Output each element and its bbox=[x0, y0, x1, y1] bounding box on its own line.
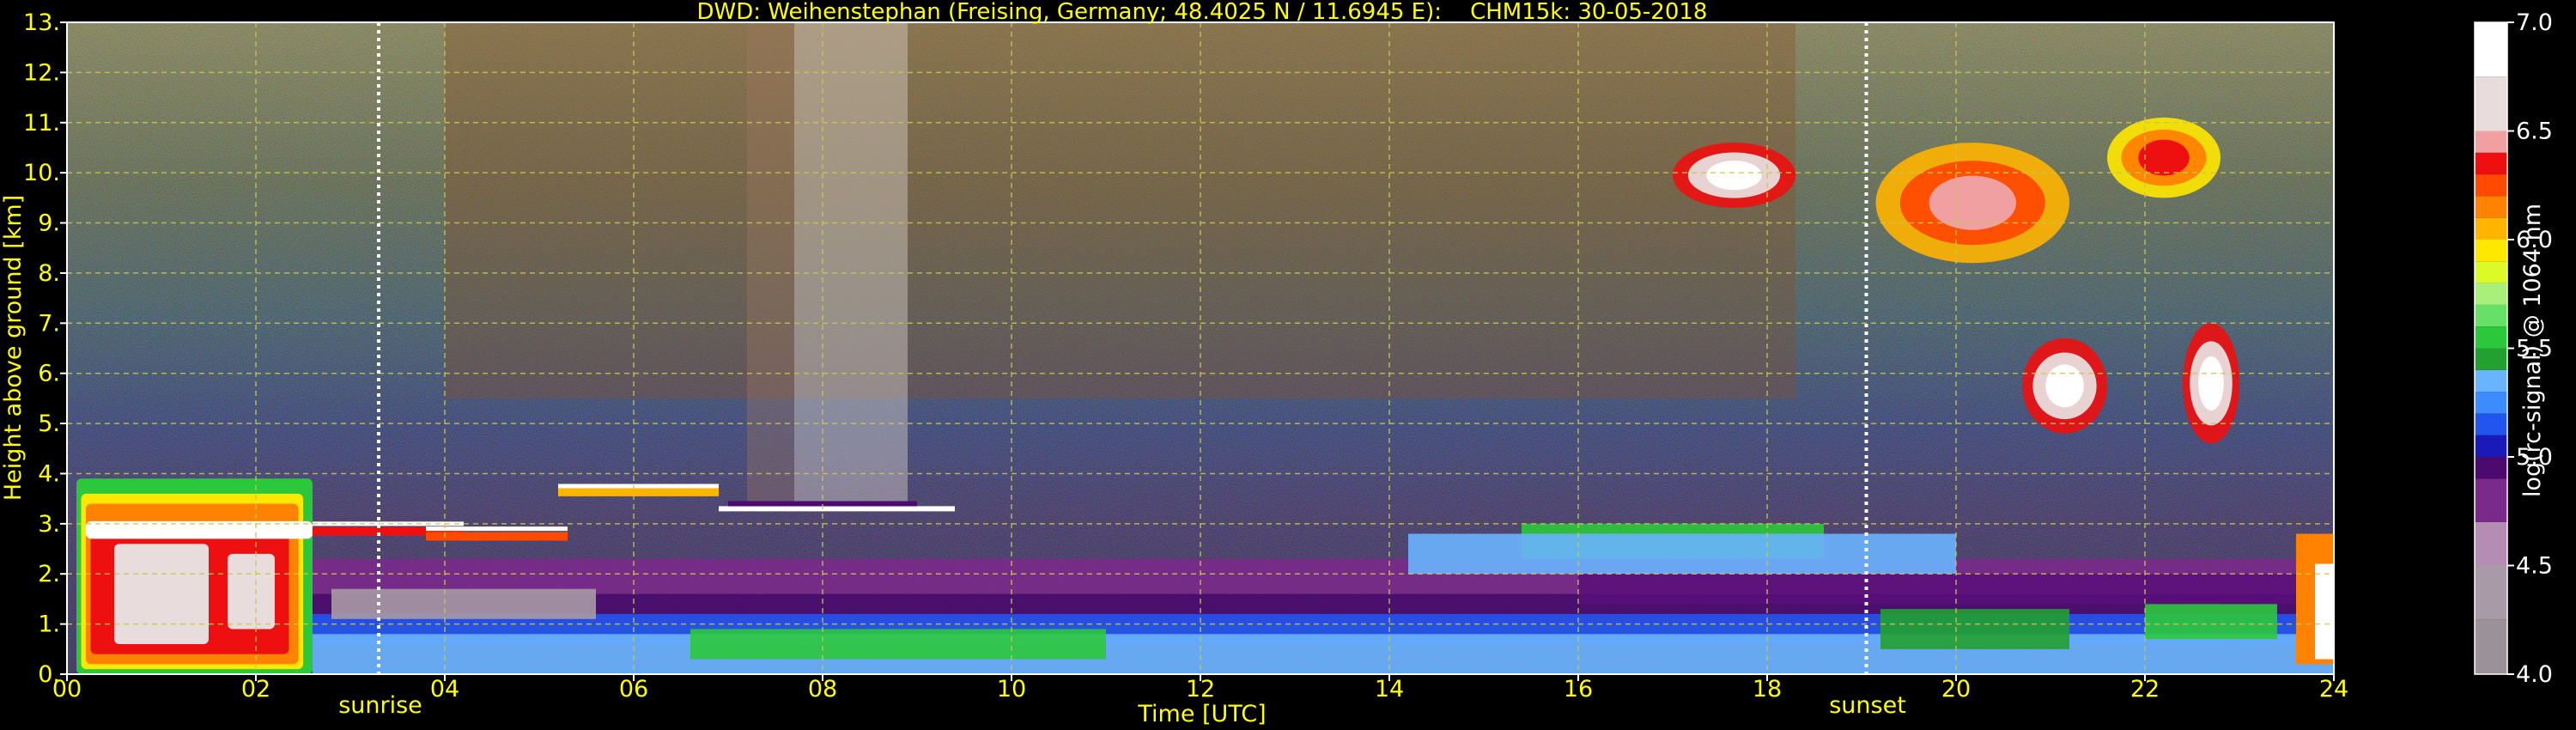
colorbar-segment bbox=[2475, 304, 2507, 327]
x-tick-label: 06 bbox=[619, 676, 648, 703]
x-tick-label: 24 bbox=[2319, 676, 2348, 703]
colorbar-segment bbox=[2475, 521, 2507, 566]
x-tick-label: 20 bbox=[1941, 676, 1971, 703]
sunrise-label: sunrise bbox=[338, 692, 422, 719]
y-tick-label: 3. bbox=[38, 511, 60, 538]
y-tick-label: 2. bbox=[38, 561, 60, 587]
bright-noise-column bbox=[794, 22, 908, 509]
chart-title: DWD: Weihenstephan (Freising, Germany; 4… bbox=[697, 0, 1708, 25]
colorbar-segment bbox=[2475, 565, 2507, 620]
bright-noise-column bbox=[747, 22, 794, 509]
cloud-core bbox=[2045, 364, 2084, 408]
colorbar-tick-label: 6.5 bbox=[2516, 119, 2553, 145]
morning-cloud bbox=[228, 553, 275, 630]
evening-cloud bbox=[2315, 563, 2334, 660]
colorbar-segment bbox=[2475, 196, 2507, 218]
colorbar-segment bbox=[2475, 392, 2507, 414]
cloud-core bbox=[1929, 175, 2016, 230]
colorbar-segment bbox=[2475, 261, 2507, 283]
y-tick-label: 6. bbox=[38, 361, 60, 387]
colorbar-segment bbox=[2475, 174, 2507, 197]
y-axis-label: Height above ground [km] bbox=[0, 195, 27, 501]
y-tick-label: 12. bbox=[23, 59, 60, 86]
y-tick-label: 1. bbox=[38, 611, 60, 638]
cloud-core bbox=[2138, 139, 2190, 176]
daytime-noise-band bbox=[445, 22, 1795, 398]
y-tick-label: 0. bbox=[38, 661, 60, 688]
x-tick-label: 14 bbox=[1375, 676, 1404, 703]
colorbar-segment bbox=[2475, 619, 2507, 674]
sunset-label: sunset bbox=[1829, 692, 1906, 719]
colorbar-segment bbox=[2475, 22, 2507, 77]
y-tick-label: 8. bbox=[38, 260, 60, 287]
colorbar-segment bbox=[2475, 478, 2507, 522]
colorbar-segment bbox=[2475, 435, 2507, 457]
boundary-layer-band bbox=[331, 588, 596, 619]
y-tick-label: 9. bbox=[38, 210, 60, 237]
colorbar-segment bbox=[2475, 457, 2507, 479]
x-tick-label: 10 bbox=[997, 676, 1026, 703]
x-tick-label: 02 bbox=[241, 676, 270, 703]
cloud-core bbox=[1706, 160, 1762, 191]
colorbar-segment bbox=[2475, 326, 2507, 349]
x-tick-label: 04 bbox=[430, 676, 459, 703]
colorbar-segment bbox=[2475, 76, 2507, 131]
x-tick-label: 18 bbox=[1753, 676, 1782, 703]
x-tick-label: 16 bbox=[1564, 676, 1593, 703]
boundary-layer-band bbox=[1408, 533, 1956, 575]
x-tick-label: 08 bbox=[808, 676, 837, 703]
colorbar-segment bbox=[2475, 217, 2507, 240]
colorbar-tick-label: 4.0 bbox=[2516, 661, 2553, 688]
x-tick-label: 12 bbox=[1186, 676, 1215, 703]
boundary-layer-band bbox=[2145, 604, 2277, 640]
ceilometer-chart: 00 02 04 06 08 10 12 14 16 18 20 22 240.1.2.3.4.5.6.… bbox=[0, 0, 2553, 727]
y-tick-label: 5. bbox=[38, 411, 60, 437]
y-tick-label: 11. bbox=[23, 110, 60, 137]
y-tick-label: 10. bbox=[23, 160, 60, 186]
cloud-core bbox=[2198, 356, 2224, 411]
x-axis-label: Time [UTC] bbox=[1137, 701, 1266, 727]
morning-cloud bbox=[114, 544, 209, 644]
x-tick-label: 22 bbox=[2130, 676, 2160, 703]
y-tick-label: 4. bbox=[38, 460, 60, 487]
colorbar-segment bbox=[2475, 240, 2507, 262]
colorbar-tick-label: 4.5 bbox=[2516, 553, 2553, 580]
colorbar-segment bbox=[2475, 131, 2507, 153]
colorbar-segment bbox=[2475, 413, 2507, 435]
colorbar-segment bbox=[2475, 152, 2507, 175]
colorbar-segment bbox=[2475, 283, 2507, 305]
y-tick-label: 13. bbox=[23, 9, 60, 36]
colorbar-label: log(rc-signal) @ 1064 nm bbox=[2519, 204, 2546, 497]
colorbar-tick-label: 7.0 bbox=[2516, 9, 2553, 36]
colorbar-segment bbox=[2475, 348, 2507, 370]
boundary-layer-band bbox=[690, 629, 1106, 660]
y-tick-label: 7. bbox=[38, 310, 60, 337]
colorbar-segment bbox=[2475, 369, 2507, 392]
boundary-layer-band bbox=[1880, 609, 2069, 649]
